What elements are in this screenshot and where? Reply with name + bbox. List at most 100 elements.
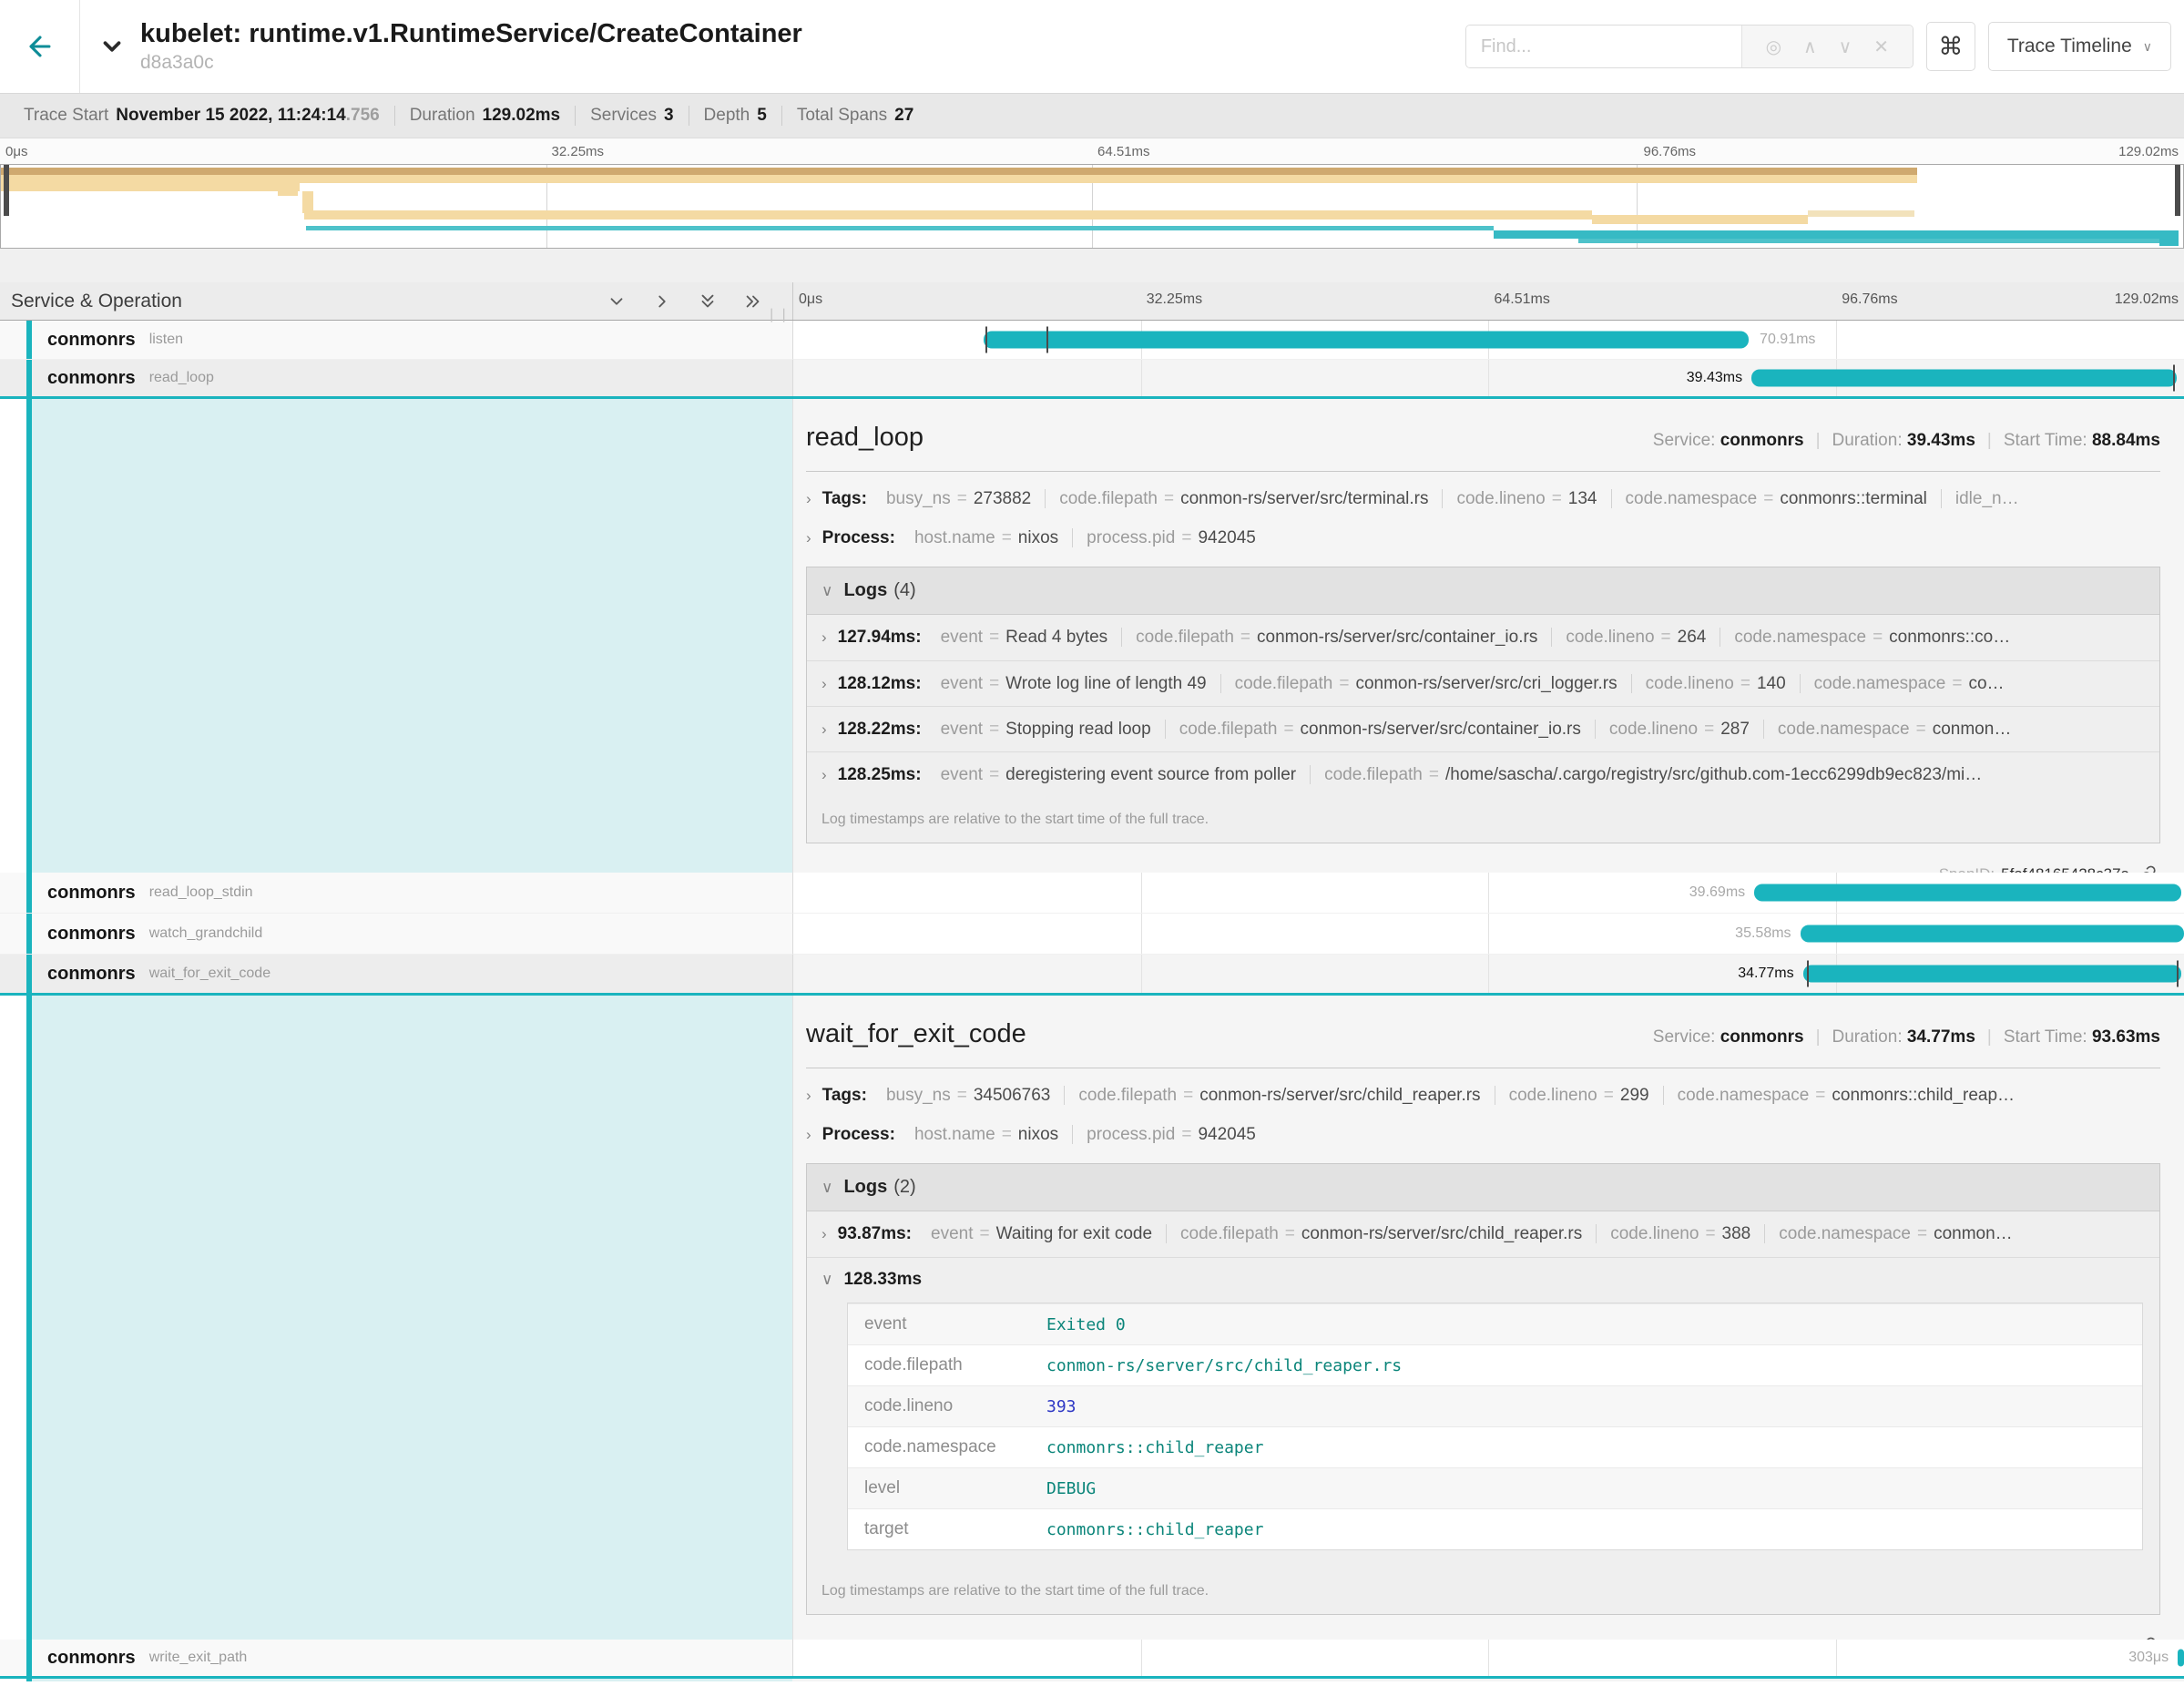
span-rows-top: conmonrs listen 70.91ms conmonrs read_lo… (0, 321, 2184, 399)
span-color-indicator (26, 321, 32, 359)
back-button[interactable] (0, 0, 80, 93)
span-timeline-cell[interactable]: 39.69ms (792, 873, 2184, 914)
log-entries: › 127.94ms: event=Read 4 bytescode.filep… (807, 615, 2159, 797)
log-field-key: code.lineno (1566, 628, 1654, 647)
span-name-cell[interactable]: conmonrs read_loop (0, 360, 792, 396)
log-field-value: co… (1968, 674, 2004, 693)
tag-pill: code.lineno=134 (1442, 489, 1610, 508)
divider (806, 471, 2160, 472)
span-row[interactable]: conmonrs wait_for_exit_code 34.77ms (0, 955, 2184, 996)
tags-row[interactable]: › Tags: busy_ns=273882code.filepath=conm… (806, 479, 2160, 518)
minimap-span-segment (1578, 239, 2179, 243)
view-selector-button[interactable]: Trace Timeline ∨ (1988, 22, 2171, 71)
span-name-cell[interactable]: conmonrs watch_grandchild (0, 914, 792, 955)
equals-sign: = (1002, 1125, 1012, 1144)
span-name-cell[interactable]: conmonrs read_loop_stdin (0, 873, 792, 914)
process-value: nixos (1018, 528, 1058, 547)
keyboard-shortcuts-button[interactable]: ⌘ (1926, 22, 1975, 71)
span-timeline-cell[interactable]: 34.77ms (792, 955, 2184, 993)
field-key: target (848, 1519, 1046, 1539)
find-clear-icon[interactable]: ✕ (1873, 36, 1889, 58)
tag-key: busy_ns (886, 489, 951, 508)
process-row[interactable]: › Process: host.name=nixosprocess.pid=94… (806, 1115, 2160, 1154)
summary-label: Total Spans (797, 106, 887, 125)
detail-span-name: read_loop (806, 423, 924, 453)
span-bar[interactable] (1754, 884, 2181, 902)
equals-sign: = (989, 628, 999, 647)
tags-row[interactable]: › Tags: busy_ns=34506763code.filepath=co… (806, 1076, 2160, 1115)
detail-panel-edge (792, 1679, 2184, 1681)
log-field-pill: code.filepath=conmon-rs/server/src/conta… (1165, 720, 1595, 739)
span-row[interactable]: conmonrs write_exit_path 303μs (0, 1640, 2184, 1679)
span-duration-label: 39.69ms (1689, 884, 1745, 901)
span-detail-read-loop: read_loop Service: conmonrs | Duration: … (0, 399, 2184, 873)
find-next-icon[interactable]: ∨ (1839, 36, 1852, 58)
locate-icon[interactable]: ◎ (1766, 36, 1781, 58)
log-field-pill: code.namespace=conmon… (1764, 1224, 2026, 1243)
start-time-value: 88.84ms (2092, 431, 2160, 451)
span-bar[interactable] (1801, 925, 2184, 943)
find-input[interactable] (1466, 26, 1741, 67)
logs-header[interactable]: ∨ Logs (2) (807, 1164, 2159, 1211)
span-name-cell[interactable]: conmonrs write_exit_path (0, 1640, 792, 1676)
summary-value: 3 (664, 106, 674, 125)
span-timeline-cell[interactable]: 70.91ms (792, 321, 2184, 360)
trace-minimap[interactable] (0, 164, 2184, 249)
span-row[interactable]: conmonrs listen 70.91ms (0, 321, 2184, 360)
process-label: Process: (822, 1125, 895, 1145)
span-bar[interactable] (2178, 1650, 2184, 1667)
span-duration-label: 70.91ms (1760, 332, 1815, 348)
log-field-row: target conmonrs::child_reaper (848, 1508, 2142, 1549)
summary-label: Trace Start (24, 106, 108, 125)
collapse-all-icon[interactable] (698, 291, 718, 312)
process-pills: host.name=nixosprocess.pid=942045 (901, 528, 1270, 548)
log-entry[interactable]: › 93.87ms: event=Waiting for exit codeco… (807, 1211, 2159, 1257)
logs-container: ∨ Logs (4) › 127.94ms: event=Read 4 byte… (806, 567, 2160, 843)
column-resize-grip[interactable]: ❘❘ (766, 306, 791, 322)
span-timeline-cell[interactable]: 39.43ms (792, 360, 2184, 396)
span-row[interactable]: conmonrs watch_grandchild 35.58ms (0, 914, 2184, 955)
logs-header[interactable]: ∨ Logs (4) (807, 567, 2159, 615)
span-timeline-cell[interactable]: 303μs (792, 1640, 2184, 1676)
field-value: Exited 0 (1046, 1315, 1126, 1334)
chevron-right-icon: › (822, 628, 827, 647)
log-fields: event=Waiting for exit codecode.filepath… (917, 1224, 2026, 1244)
log-entry[interactable]: › 128.12ms: event=Wrote log line of leng… (807, 660, 2159, 706)
log-field-value: 388 (1722, 1224, 1751, 1243)
span-name-cell[interactable]: conmonrs wait_for_exit_code (0, 955, 792, 993)
log-field-value: conmon-rs/server/src/container_io.rs (1257, 628, 1537, 647)
expand-all-icon[interactable] (743, 291, 763, 312)
expand-one-icon[interactable] (652, 291, 672, 312)
minimap-span-segment (1494, 230, 2179, 239)
process-row[interactable]: › Process: host.name=nixosprocess.pid=94… (806, 518, 2160, 557)
span-name-cell[interactable]: conmonrs listen (0, 321, 792, 360)
collapse-one-icon[interactable] (607, 291, 627, 312)
span-id-row: SpanID: 4a947cfd1ce59537 (806, 1615, 2160, 1640)
span-row[interactable]: conmonrs read_loop 39.43ms (0, 360, 2184, 399)
minimap-left-scrubber[interactable] (4, 165, 9, 216)
field-key: event (848, 1314, 1046, 1334)
minimap-span-segment (304, 210, 1592, 220)
minimap-right-scrubber[interactable] (2175, 165, 2180, 216)
tag-pill: code.filepath=conmon-rs/server/src/child… (1064, 1086, 1494, 1105)
span-timeline-cell[interactable]: 35.58ms (792, 914, 2184, 955)
span-bar[interactable] (1751, 370, 2177, 387)
log-entry[interactable]: › 128.22ms: event=Stopping read loopcode… (807, 706, 2159, 751)
deep-link-icon[interactable] (2138, 865, 2157, 873)
span-operation-name: read_loop (149, 370, 214, 386)
caret-down-icon: ∨ (2143, 39, 2152, 55)
log-entry[interactable]: › 128.25ms: event=deregistering event so… (807, 751, 2159, 797)
expanded-log-header[interactable]: ∨ 128.33ms (807, 1257, 2159, 1301)
summary-label: Duration (410, 106, 475, 125)
detail-meta: Service: conmonrs | Duration: 39.43ms | … (1653, 431, 2160, 451)
collapse-header-button[interactable] (98, 33, 126, 60)
tag-key: idle_n… (1955, 489, 2019, 508)
find-prev-icon[interactable]: ∧ (1803, 36, 1817, 58)
span-service-name: conmonrs (47, 368, 136, 389)
log-field-key: code.lineno (1646, 674, 1734, 693)
span-bar[interactable] (984, 332, 1749, 349)
span-row[interactable]: conmonrs read_loop_stdin 39.69ms (0, 873, 2184, 914)
log-field-pill: code.lineno=287 (1595, 720, 1763, 739)
span-bar[interactable] (1803, 966, 2181, 983)
log-entry[interactable]: › 127.94ms: event=Read 4 bytescode.filep… (807, 615, 2159, 660)
